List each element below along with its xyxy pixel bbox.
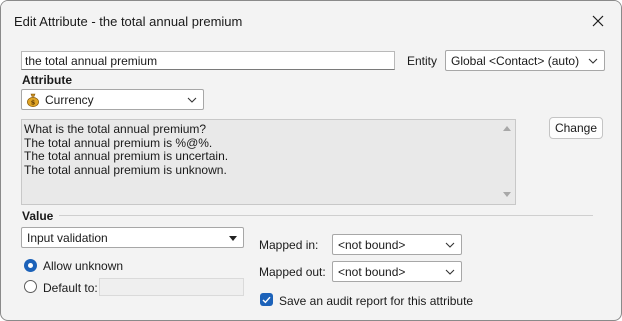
dropdown-arrow-icon xyxy=(229,236,237,241)
attribute-type-value: Currency xyxy=(45,92,94,107)
radio-dot xyxy=(28,263,33,268)
close-button[interactable] xyxy=(585,9,611,33)
entity-label: Entity xyxy=(407,54,438,68)
chevron-down-icon xyxy=(588,58,598,64)
validation-selected-value: Input validation xyxy=(27,230,108,245)
value-heading: Value xyxy=(22,209,54,223)
text-form-line: The total annual premium is uncertain. xyxy=(24,149,229,163)
text-form-line: The total annual premium is %@%. xyxy=(24,135,213,150)
chevron-down-icon xyxy=(187,97,197,103)
text-form-line: The total annual premium is unknown. xyxy=(24,162,227,177)
allow-unknown-label: Allow unknown xyxy=(43,259,124,273)
audit-report-label: Save an audit report for this attribute xyxy=(279,294,474,308)
attribute-name-value: the total annual premium xyxy=(25,53,158,68)
text-forms-lines: What is the total annual premium? The to… xyxy=(24,122,229,177)
mapped-out-select[interactable]: <not bound> xyxy=(332,261,462,282)
mapped-out-value: <not bound> xyxy=(338,264,406,279)
edit-attribute-dialog: Edit Attribute - the total annual premiu… xyxy=(0,0,622,321)
mapped-in-value: <not bound> xyxy=(338,237,406,252)
entity-select[interactable]: Global <Contact> (auto) xyxy=(445,50,605,71)
audit-report-checkbox[interactable] xyxy=(260,293,273,306)
money-bag-icon: $ xyxy=(27,93,39,107)
allow-unknown-radio[interactable] xyxy=(24,259,37,272)
window-title: Edit Attribute - the total annual premiu… xyxy=(14,14,243,29)
scroll-up-icon[interactable] xyxy=(503,126,511,131)
attribute-heading: Attribute xyxy=(22,73,72,87)
change-button-label: Change xyxy=(554,121,598,135)
checkmark-icon xyxy=(262,296,271,303)
default-to-input[interactable] xyxy=(99,278,244,296)
text-forms-scrollbar[interactable] xyxy=(500,120,515,204)
scroll-down-icon[interactable] xyxy=(503,192,511,197)
validation-select[interactable]: Input validation xyxy=(21,227,244,248)
attribute-name-input[interactable]: the total annual premium xyxy=(21,51,395,70)
svg-text:$: $ xyxy=(31,99,36,107)
mapped-in-select[interactable]: <not bound> xyxy=(332,234,462,255)
chevron-down-icon xyxy=(445,269,455,275)
attribute-type-select[interactable]: $ Currency xyxy=(21,89,204,110)
text-form-line: What is the total annual premium? xyxy=(24,122,207,136)
value-divider xyxy=(59,215,593,216)
text-forms-area[interactable]: What is the total annual premium? The to… xyxy=(21,119,516,205)
change-button[interactable]: Change xyxy=(549,117,603,139)
chevron-down-icon xyxy=(445,242,455,248)
mapped-in-label: Mapped in: xyxy=(259,238,319,252)
default-to-label: Default to: xyxy=(43,281,98,295)
mapped-out-label: Mapped out: xyxy=(259,265,326,279)
default-to-radio[interactable] xyxy=(24,280,37,293)
title-bar: Edit Attribute - the total annual premiu… xyxy=(1,1,621,41)
close-icon xyxy=(592,15,604,27)
entity-selected-value: Global <Contact> (auto) xyxy=(451,53,580,68)
